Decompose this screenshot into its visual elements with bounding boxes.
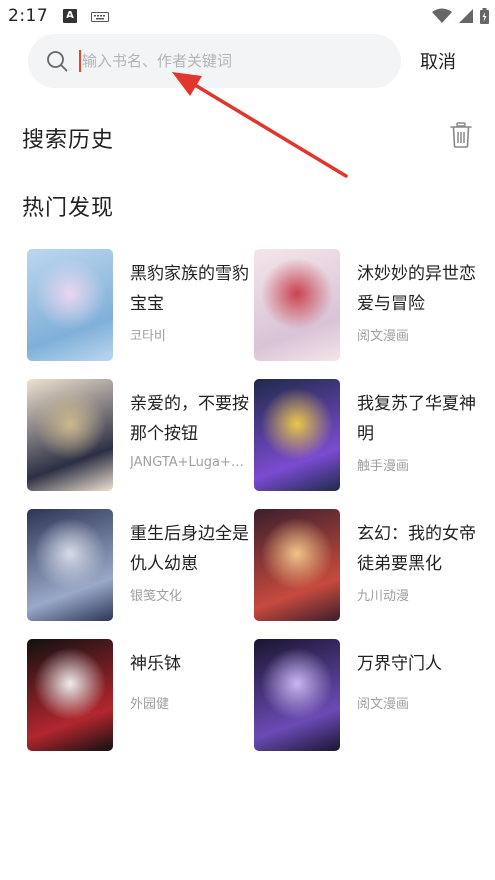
text-cursor bbox=[79, 50, 81, 72]
book-cover-image bbox=[254, 379, 340, 491]
book-cover-image bbox=[254, 249, 340, 361]
book-title: 玄幻：我的女帝徒弟要黑化 bbox=[357, 524, 476, 574]
book-item[interactable]: 亲爱的，不要按那个按钮 JANGTA+Luga+… bbox=[27, 379, 257, 491]
book-title: 亲爱的，不要按那个按钮 bbox=[130, 394, 249, 444]
book-item[interactable]: 我复苏了华夏神明触手漫画 bbox=[254, 379, 484, 491]
book-author: JANGTA+Luga+… bbox=[130, 455, 244, 470]
cancel-button[interactable]: 取消 bbox=[420, 48, 456, 74]
book-item[interactable]: 沐妙妙的异世恋爱与冒险阅文漫画 bbox=[254, 249, 484, 361]
book-cover-image bbox=[27, 379, 113, 491]
book-author: 银笺文化 bbox=[130, 589, 183, 604]
search-history-title: 搜索历史 bbox=[22, 128, 115, 153]
book-item[interactable]: 重生后身边全是仇人幼崽银笺文化 bbox=[27, 509, 257, 621]
status-bar: 2:17 A bbox=[0, 0, 495, 34]
book-item[interactable]: 万界守门人 阅文漫画 bbox=[254, 639, 484, 751]
book-title: 黑豹家族的雪豹宝宝 bbox=[130, 264, 249, 314]
book-author: 코타비 bbox=[130, 329, 166, 344]
book-title: 沐妙妙的异世恋爱与冒险 bbox=[357, 264, 476, 314]
book-cover-image bbox=[27, 639, 113, 751]
book-cover-image bbox=[27, 249, 113, 361]
book-author: 九川动漫 bbox=[357, 589, 410, 604]
accessibility-a-icon: A bbox=[63, 9, 77, 23]
book-item[interactable]: 玄幻：我的女帝徒弟要黑化九川动漫 bbox=[254, 509, 484, 621]
book-author: 阅文漫画 bbox=[357, 329, 410, 344]
keyboard-icon bbox=[91, 12, 109, 22]
book-cover-image bbox=[254, 509, 340, 621]
book-author: 外园健 bbox=[130, 697, 170, 712]
book-title: 万界守门人 bbox=[357, 654, 442, 674]
book-item[interactable]: 神乐钵 外园健 bbox=[27, 639, 257, 751]
wifi-icon bbox=[432, 8, 452, 23]
book-title: 神乐钵 bbox=[130, 654, 181, 674]
search-icon bbox=[47, 51, 68, 72]
search-input[interactable] bbox=[82, 34, 382, 88]
book-title: 重生后身边全是仇人幼崽 bbox=[130, 524, 249, 574]
trash-icon[interactable] bbox=[450, 122, 472, 148]
hot-discovery-title: 热门发现 bbox=[22, 196, 115, 221]
book-author: 阅文漫画 bbox=[357, 697, 410, 712]
book-author: 触手漫画 bbox=[357, 459, 410, 474]
status-icons bbox=[432, 8, 489, 24]
status-time: 2:17 bbox=[8, 6, 49, 26]
signal-icon bbox=[459, 9, 473, 23]
book-item[interactable]: 黑豹家族的雪豹宝宝 코타비 bbox=[27, 249, 257, 361]
book-title: 我复苏了华夏神明 bbox=[357, 394, 476, 444]
book-cover-image bbox=[27, 509, 113, 621]
book-cover-image bbox=[254, 639, 340, 751]
battery-icon bbox=[480, 8, 489, 24]
